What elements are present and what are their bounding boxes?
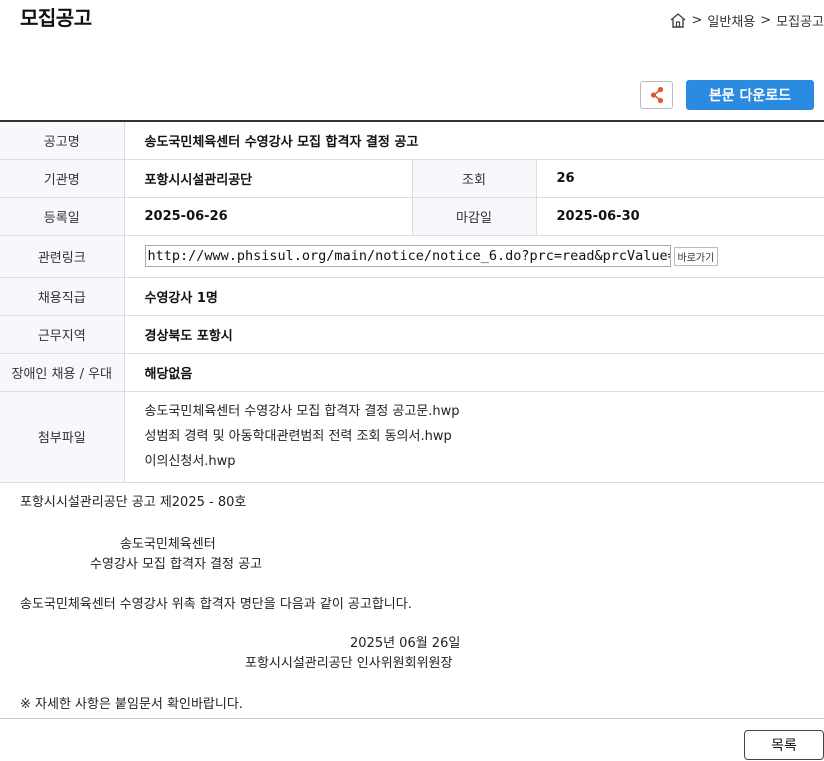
page-title: 모집공고 <box>20 6 92 30</box>
disabled-label: 장애인 채용 / 우대 <box>0 353 125 392</box>
location-label: 근무지역 <box>0 315 125 354</box>
notice-info-table: 공고명 송도국민체육센터 수영강사 모집 합격자 결정 공고 기관명 포항시시설… <box>0 120 824 483</box>
attachments-cell: 송도국민체육센터 수영강사 모집 합격자 결정 공고문.hwp 성범죄 경력 및… <box>124 391 824 483</box>
breadcrumb-separator: > <box>691 13 703 28</box>
title-value: 송도국민체육센터 수영강사 모집 합격자 결정 공고 <box>124 121 824 160</box>
org-label: 기관명 <box>0 159 125 198</box>
table-row: 첨부파일 송도국민체육센터 수영강사 모집 합격자 결정 공고문.hwp 성범죄… <box>0 391 824 483</box>
share-icon <box>650 86 663 104</box>
org-value: 포항시시설관리공단 <box>124 159 412 198</box>
views-label: 조회 <box>411 159 537 198</box>
attachments-label: 첨부파일 <box>0 391 125 483</box>
breadcrumb: > 일반채용 > 모집공고 <box>669 11 824 30</box>
breadcrumb-item-recruitment[interactable]: 모집공고 <box>776 11 824 30</box>
divider <box>0 718 824 719</box>
toolbar: 본문 다운로드 <box>640 80 814 110</box>
disabled-value: 해당없음 <box>124 353 824 392</box>
share-button[interactable] <box>640 81 673 109</box>
table-row: 공고명 송도국민체육센터 수영강사 모집 합격자 결정 공고 <box>0 121 824 160</box>
deadline-value: 2025-06-30 <box>536 197 824 236</box>
home-icon[interactable] <box>669 12 687 29</box>
attachment-link[interactable]: 이의신청서.hwp <box>145 449 824 474</box>
table-row: 기관명 포항시시설관리공단 조회 26 <box>0 159 824 198</box>
go-link-button[interactable]: 바로가기 <box>673 246 719 266</box>
notice-number: 포항시시설관리공단 공고 제2025 - 80호 <box>20 495 247 510</box>
body-heading-title: 수영강사 모집 합격자 결정 공고 <box>90 557 263 572</box>
reg-date-value: 2025-06-26 <box>124 197 412 236</box>
breadcrumb-item-general-hiring[interactable]: 일반채용 <box>707 11 755 30</box>
job-label: 채용직급 <box>0 277 125 316</box>
link-cell: http://www.phsisul.org/main/notice/notic… <box>124 235 824 278</box>
body-date: 2025년 06월 26일 <box>350 636 461 651</box>
breadcrumb-separator: > <box>760 13 772 28</box>
list-button[interactable]: 목록 <box>744 730 824 760</box>
location-value: 경상북도 포항시 <box>124 315 824 354</box>
body-note: ※ 자세한 사항은 붙임문서 확인바랍니다. <box>20 697 243 712</box>
table-row: 등록일 2025-06-26 마감일 2025-06-30 <box>0 197 824 236</box>
link-label: 관련링크 <box>0 235 125 278</box>
table-row: 관련링크 http://www.phsisul.org/main/notice/… <box>0 235 824 278</box>
attachment-link[interactable]: 성범죄 경력 및 아동학대관련범죄 전력 조회 동의서.hwp <box>145 424 824 449</box>
job-value: 수영강사 1명 <box>124 277 824 316</box>
body-paragraph: 송도국민체육센터 수영강사 위촉 합격자 명단을 다음과 같이 공고합니다. <box>20 597 412 612</box>
related-link-field[interactable]: http://www.phsisul.org/main/notice/notic… <box>144 245 671 267</box>
table-row: 채용직급 수영강사 1명 <box>0 277 824 316</box>
views-value: 26 <box>536 159 824 198</box>
attachment-link[interactable]: 송도국민체육센터 수영강사 모집 합격자 결정 공고문.hwp <box>145 399 824 424</box>
reg-date-label: 등록일 <box>0 197 125 236</box>
body-heading-center: 송도국민체육센터 <box>120 537 216 552</box>
download-button[interactable]: 본문 다운로드 <box>686 80 814 110</box>
title-label: 공고명 <box>0 121 125 160</box>
body-signer: 포항시시설관리공단 인사위원회위원장 <box>245 656 453 671</box>
deadline-label: 마감일 <box>411 197 537 236</box>
table-row: 근무지역 경상북도 포항시 <box>0 315 824 354</box>
table-row: 장애인 채용 / 우대 해당없음 <box>0 353 824 392</box>
